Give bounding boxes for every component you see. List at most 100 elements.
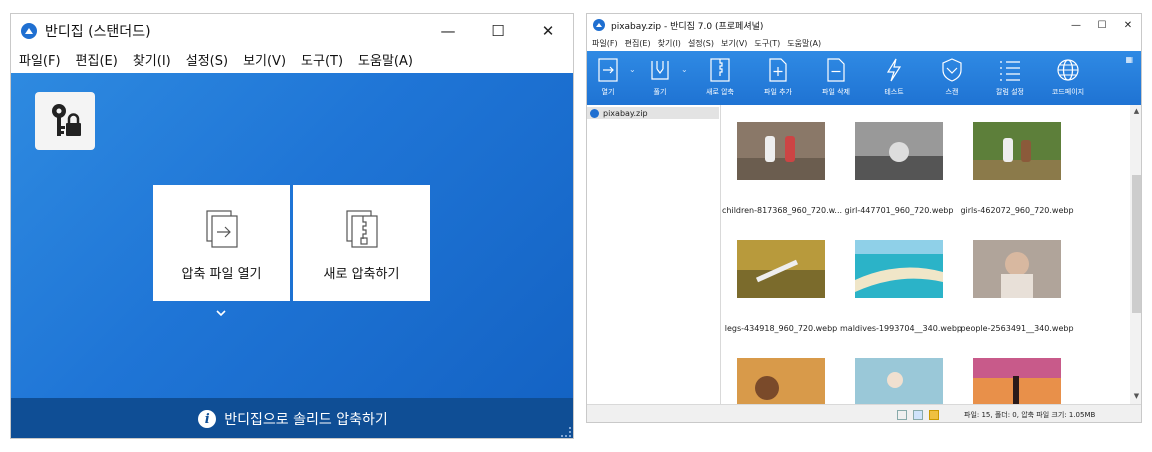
minimize-button[interactable]: — [423,14,473,48]
open-archive-label: 압축 파일 열기 [181,267,262,282]
file-item[interactable] [722,358,840,404]
toolbar: 열기 ⌄ 풀기 ⌄ 새로 압축 파일 추가 파일 삭제 테스트 스캔 칼럼 설정… [587,51,1141,105]
toolbar-delete-file-button[interactable]: 파일 삭제 [807,57,865,97]
open-archive-button[interactable]: 압축 파일 열기 [153,185,290,301]
archive-icon [590,108,599,118]
list-icon [1000,61,1020,81]
file-name: children-817368_960_720.w... [722,206,843,215]
file-item[interactable] [958,358,1076,404]
thumbnail-image [973,358,1061,404]
folder-tree: pixabay.zip [587,105,721,404]
menu-help[interactable]: 도움말(A) [358,50,413,69]
toolbar-add-file-button[interactable]: 파일 추가 [749,57,807,97]
open-dropdown-icon[interactable]: ⌄ [629,65,639,74]
open-icon [598,58,618,82]
main-panel: 압축 파일 열기 새로 압축하기 [11,73,573,398]
shield-icon [942,58,962,82]
extract-icon [651,61,669,80]
globe-icon [1057,59,1079,81]
thumbnail-image [737,240,825,298]
solid-compression-text: 반디집으로 솔리드 압축하기 [224,412,388,428]
menu-tools[interactable]: 도구(T) [754,38,780,49]
thumbnail-image [737,358,825,404]
bandizip-standard-window: 반디집 (스탠더드) — ☐ ✕ 파일(F) 편집(E) 찾기(I) 설정(S)… [10,13,574,439]
toolbar-test-button[interactable]: 테스트 [865,57,923,97]
toolbar-scan-button[interactable]: 스캔 [923,57,981,97]
add-file-icon [769,58,787,82]
title-bar: pixabay.zip - 반디집 7.0 (프로페셔널) — ☐ ✕ [587,14,1141,36]
thumbnail-image [855,240,943,298]
thumbnail-image [855,122,943,180]
menu-bar: 파일(F) 편집(E) 찾기(I) 설정(S) 보기(V) 도구(T) 도움말(… [587,36,1141,51]
chevron-down-icon[interactable] [214,306,228,320]
file-item[interactable]: girl-447701_960_720.webp [840,122,958,215]
solid-compression-banner[interactable]: i 반디집으로 솔리드 압축하기 [11,398,573,438]
file-thumbnail-view: children-817368_960_720.w... girl-447701… [722,105,1130,404]
file-item[interactable] [840,358,958,404]
status-text: 파일: 15, 폴더: 0, 압축 파일 크기: 1.05MB [964,410,1096,419]
details-view-icon[interactable] [897,409,907,420]
file-name: girl-447701_960_720.webp [844,206,954,215]
menu-settings[interactable]: 설정(S) [186,50,228,69]
menu-view[interactable]: 보기(V) [721,38,747,49]
window-title: 반디집 (스탠더드) [45,24,151,40]
file-item[interactable]: people-2563491__340.webp [958,240,1076,333]
password-key-button[interactable] [35,92,95,150]
file-name: people-2563491__340.webp [960,324,1074,333]
toolbar-codepage-button[interactable]: 코드페이지 [1039,57,1097,97]
menu-find[interactable]: 찾기(I) [658,38,681,49]
menu-edit[interactable]: 편집(E) [76,50,118,69]
scroll-up-icon[interactable]: ▲ [1130,107,1141,115]
folder-pane-icon[interactable] [929,409,939,420]
file-name: girls-462072_960_720.webp [960,206,1074,215]
bandizip-logo-icon [593,19,605,31]
thumbnail-image [973,240,1061,298]
menu-find[interactable]: 찾기(I) [133,50,171,69]
thumbnail-image [855,358,943,404]
tree-item-archive[interactable]: pixabay.zip [587,107,719,119]
title-bar: 반디집 (스탠더드) — ☐ ✕ [11,14,573,48]
toolbar-extract-button[interactable]: 풀기 [639,57,681,97]
vertical-scrollbar[interactable]: ▲ ▼ [1130,105,1141,404]
close-button[interactable]: ✕ [523,14,573,48]
maximize-button[interactable]: ☐ [1089,14,1115,36]
menu-file[interactable]: 파일(F) [19,50,61,69]
resize-grip[interactable] [561,427,571,437]
menu-file[interactable]: 파일(F) [592,38,618,49]
toolbar-column-settings-button[interactable]: 칼럼 설정 [981,57,1039,97]
scroll-down-icon[interactable]: ▼ [1130,392,1141,400]
delete-file-icon [827,58,845,82]
bandizip-logo-icon [21,23,37,39]
lightning-icon [886,58,902,82]
menu-help[interactable]: 도움말(A) [787,38,821,49]
close-button[interactable]: ✕ [1115,14,1141,36]
thumbnail-view-icon[interactable] [913,409,923,420]
new-archive-button[interactable]: 새로 압축하기 [293,185,430,301]
minimize-button[interactable]: — [1063,14,1089,36]
window-title: pixabay.zip - 반디집 7.0 (프로페셔널) [611,21,764,32]
menu-settings[interactable]: 설정(S) [688,38,714,49]
new-archive-label: 새로 압축하기 [323,267,400,282]
file-name: maldives-1993704__340.webp [840,324,962,333]
menu-tools[interactable]: 도구(T) [301,50,343,69]
toolbar-open-button[interactable]: 열기 [587,57,629,97]
info-icon: i [198,410,217,428]
bandizip-professional-window: pixabay.zip - 반디집 7.0 (프로페셔널) — ☐ ✕ 파일(F… [586,13,1142,423]
view-options-icon[interactable]: ▦ [1125,55,1133,64]
file-item[interactable]: maldives-1993704__340.webp [840,240,962,333]
menu-view[interactable]: 보기(V) [243,50,286,69]
file-item[interactable]: legs-434918_960_720.webp [722,240,840,333]
file-item[interactable]: girls-462072_960_720.webp [958,122,1076,215]
key-lock-icon [52,104,81,136]
file-name: legs-434918_960_720.webp [724,324,838,333]
thumbnail-image [973,122,1061,180]
scroll-thumb[interactable] [1132,175,1141,313]
toolbar-new-archive-button[interactable]: 새로 압축 [691,57,749,97]
menu-edit[interactable]: 편집(E) [625,38,651,49]
maximize-button[interactable]: ☐ [473,14,523,48]
menu-bar: 파일(F) 편집(E) 찾기(I) 설정(S) 보기(V) 도구(T) 도움말(… [11,48,573,70]
file-item[interactable]: children-817368_960_720.w... [722,122,843,215]
zip-icon [710,58,730,82]
extract-dropdown-icon[interactable]: ⌄ [681,65,691,74]
content-area: pixabay.zip children-817368_960_720.w...… [587,105,1141,404]
